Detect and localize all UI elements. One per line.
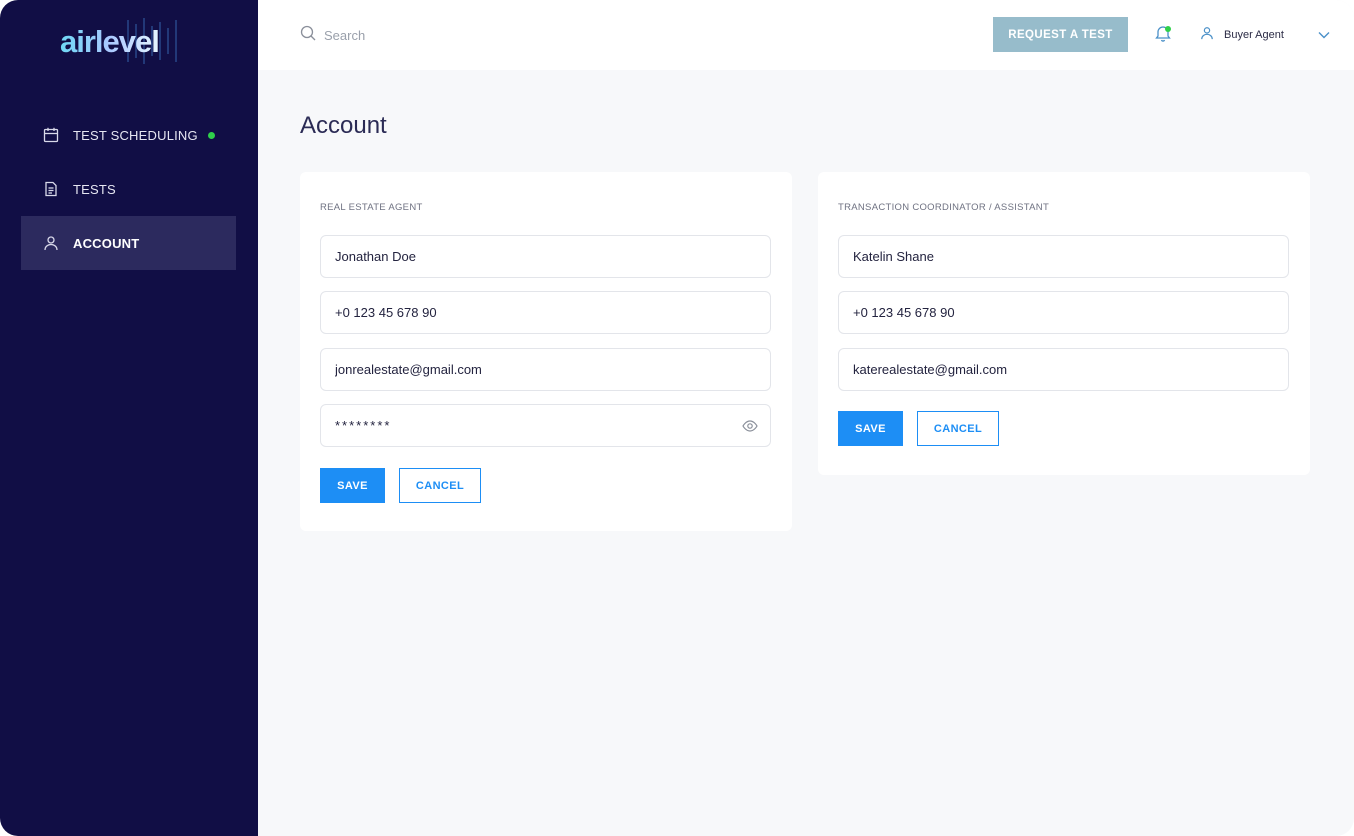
agent-phone-input[interactable] (335, 305, 756, 320)
sidebar: airlevel TEST SCHEDULING TESTS ACCOUNT (0, 0, 258, 836)
agent-email-field (320, 348, 771, 391)
eye-icon[interactable] (742, 418, 758, 434)
search-input[interactable] (324, 27, 524, 43)
sidebar-item-label: ACCOUNT (73, 235, 140, 251)
coordinator-name-input[interactable] (853, 249, 1274, 264)
agent-password-input[interactable] (335, 418, 756, 433)
airlevel-logo[interactable]: airlevel (58, 18, 203, 64)
app-frame: airlevel TEST SCHEDULING TESTS ACCOUNT S… (0, 0, 1354, 836)
sidebar-item-label: TEST SCHEDULING (73, 127, 198, 143)
sidebar-item-tests[interactable]: TESTS (21, 162, 236, 216)
user-icon (1200, 26, 1214, 45)
calendar-icon (43, 127, 59, 143)
real-estate-agent-card: REAL ESTATE AGENT SAVE CANCEL (300, 172, 792, 531)
page-title: Account (300, 112, 387, 139)
agent-name-input[interactable] (335, 249, 756, 264)
search-icon (300, 25, 316, 46)
document-icon (43, 181, 59, 197)
search-bar (300, 25, 524, 45)
sidebar-item-account[interactable]: ACCOUNT (21, 216, 236, 270)
coordinator-save-button[interactable]: SAVE (838, 411, 903, 446)
card-label: REAL ESTATE AGENT (320, 202, 423, 213)
coordinator-name-field (838, 235, 1289, 278)
request-test-button[interactable]: REQUEST A TEST (993, 17, 1128, 52)
sidebar-item-label: TESTS (73, 181, 116, 197)
agent-phone-field (320, 291, 771, 334)
agent-name-field (320, 235, 771, 278)
agent-email-input[interactable] (335, 362, 756, 377)
agent-save-button[interactable]: SAVE (320, 468, 385, 503)
transaction-coordinator-card: TRANSACTION COORDINATOR / ASSISTANT SAVE… (818, 172, 1310, 475)
user-name: Buyer Agent (1224, 29, 1284, 41)
sidebar-item-test-scheduling[interactable]: TEST SCHEDULING (21, 108, 236, 162)
topbar: REQUEST A TEST Buyer Agent (258, 0, 1354, 70)
coordinator-email-input[interactable] (853, 362, 1274, 377)
card-label: TRANSACTION COORDINATOR / ASSISTANT (838, 202, 1050, 213)
agent-password-field (320, 404, 771, 447)
svg-text:airlevel: airlevel (60, 24, 159, 59)
chevron-down-icon[interactable] (1318, 26, 1330, 44)
coordinator-phone-field (838, 291, 1289, 334)
notification-dot (1165, 26, 1171, 32)
user-icon (43, 235, 59, 251)
coordinator-email-field (838, 348, 1289, 391)
coordinator-phone-input[interactable] (853, 305, 1274, 320)
agent-cancel-button[interactable]: CANCEL (399, 468, 481, 503)
user-menu[interactable]: Buyer Agent (1200, 25, 1330, 45)
bell-icon[interactable] (1155, 24, 1175, 44)
status-dot (208, 132, 215, 139)
coordinator-cancel-button[interactable]: CANCEL (917, 411, 999, 446)
